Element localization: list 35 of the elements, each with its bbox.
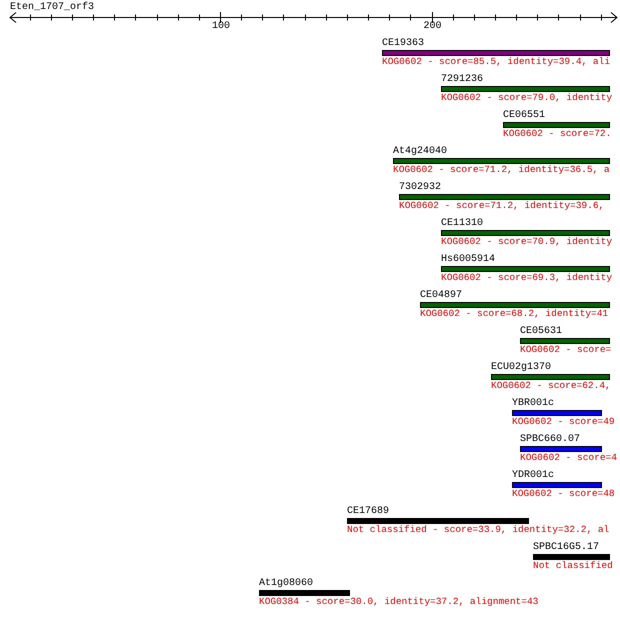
hit-description: Not classified - score=33.9, identity=32.2, al [347,524,610,536]
hit-description: KOG0602 - score=85.5, identity=39.4, ali [382,56,610,68]
hit-name: Hs6005914 [441,254,496,266]
hit-description: KOG0602 - score= [520,344,612,356]
hit-name: YDR001c [512,470,554,482]
hit-description: KOG0602 - score=49 [512,416,615,428]
hit-description: KOG0602 - score=71.2, identity=36.5, a [393,164,610,176]
hit-description: KOG0602 - score=48 [512,488,615,500]
hit-name: 7302932 [399,182,442,194]
hit-description: KOG0602 - score=4 [520,452,617,464]
hit-name: CE04897 [420,290,462,302]
hit-description: KOG0602 - score=79.0, identity [441,92,612,104]
hit-name: CE11310 [441,218,484,230]
axis-label: 100 [212,21,230,33]
hit-name: SPBC16G5.17 [533,542,600,554]
hit-description: Not classified [533,560,613,572]
hit-description: KOG0602 - score=70.9, identity [441,236,612,248]
sequence-title: Eten_1707_orf3 [10,2,94,14]
hit-name: At1g08060 [259,578,314,590]
hit-name: YBR001c [512,398,554,410]
hit-name: ECU02g1370 [491,362,552,374]
hit-description: KOG0602 - score=72. [503,128,612,140]
hit-name: CE06551 [503,110,546,122]
hit-name: CE19363 [382,38,424,50]
hit-description: KOG0384 - score=30.0, identity=37.2, alignment=43 [259,596,538,608]
hit-name: At4g24040 [393,146,448,158]
axis-label: 200 [424,21,442,33]
hit-description: KOG0602 - score=62.4, [491,380,611,392]
hit-name: CE05631 [520,326,562,338]
hit-description: KOG0602 - score=71.2, identity=39.6, [399,200,604,212]
hit-name: 7291236 [441,74,484,86]
hit-name: SPBC660.07 [520,434,580,446]
hit-description: KOG0602 - score=69.3, identity [441,272,612,284]
hit-name: CE17689 [347,506,390,518]
hit-description: KOG0602 - score=68.2, identity=41 [420,308,608,320]
